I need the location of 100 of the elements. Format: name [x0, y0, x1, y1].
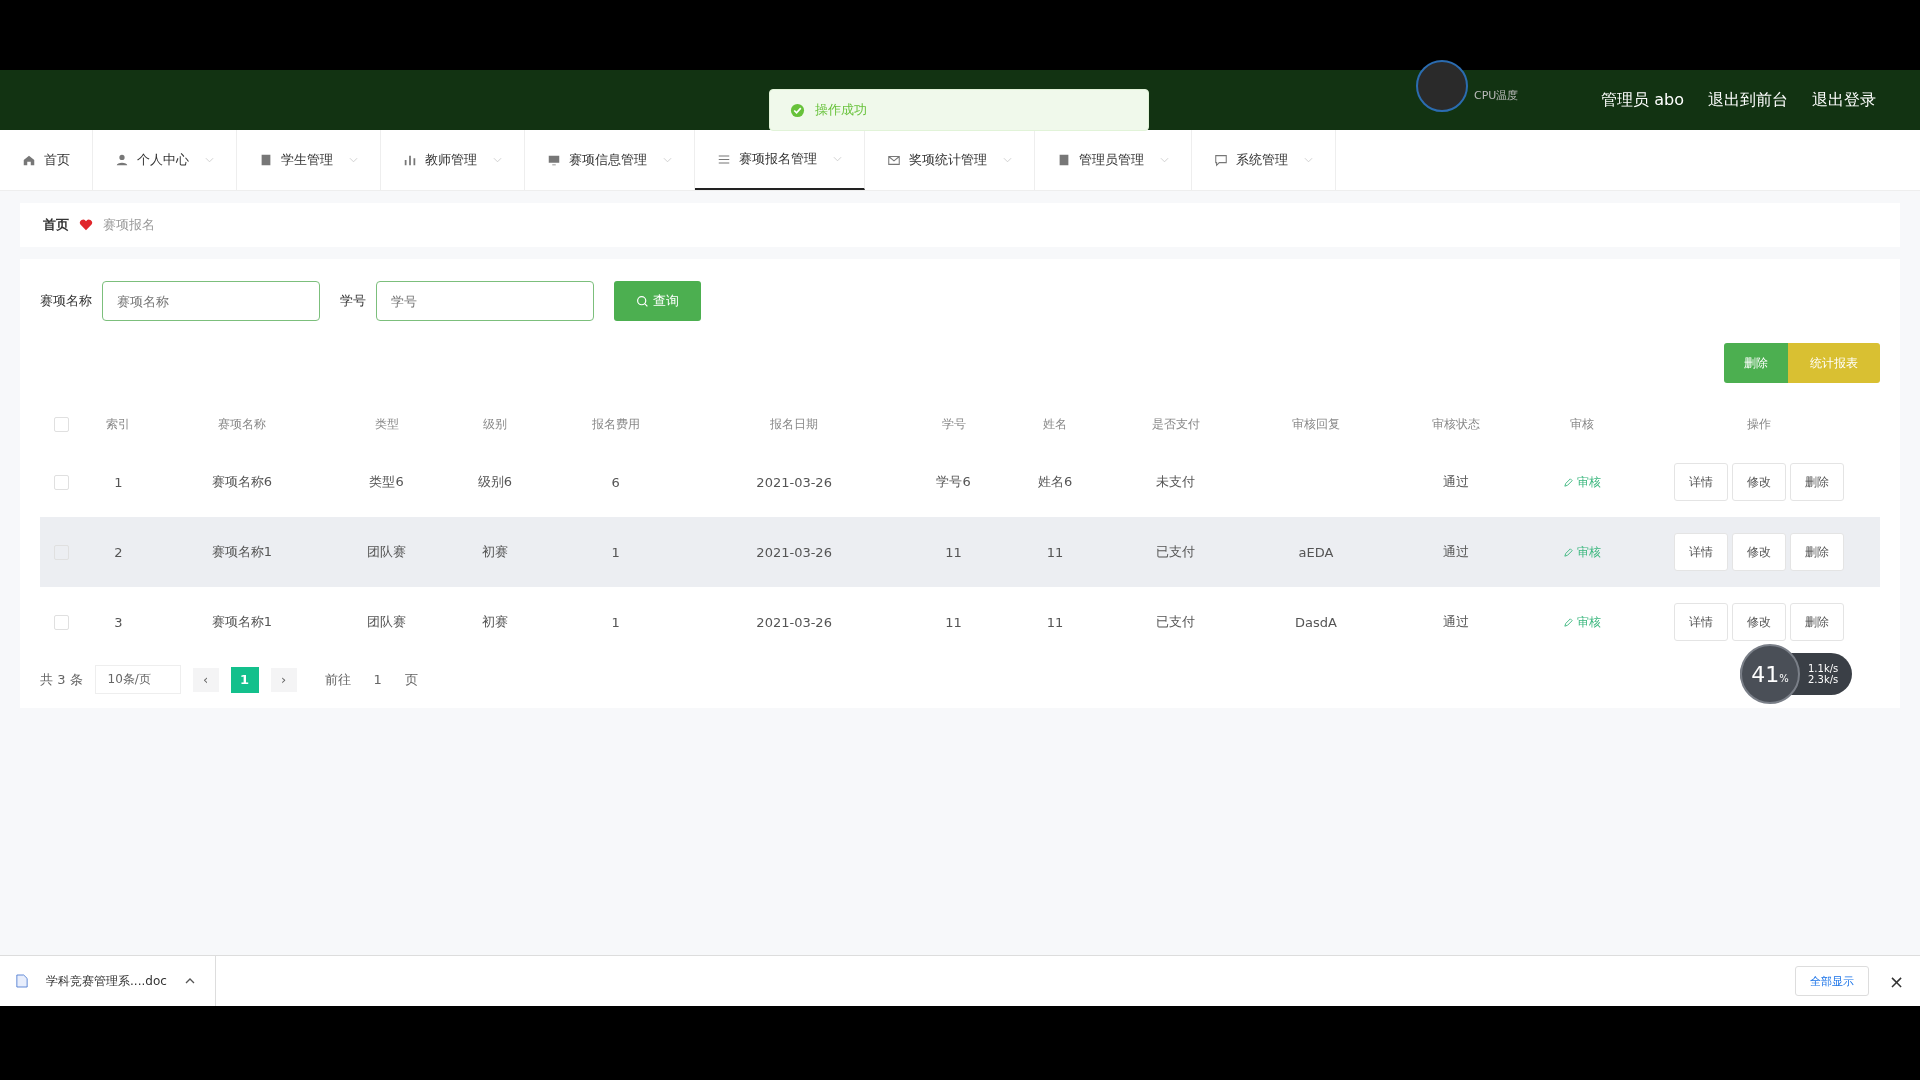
column-header: 报名费用: [590, 415, 641, 433]
select-all-checkbox[interactable]: [53, 416, 69, 432]
caret-icon: [1160, 157, 1169, 163]
nav-tab[interactable]: 管理员管理: [1035, 130, 1192, 190]
total-count: 共 3 条: [40, 670, 83, 689]
table-cell: 初赛: [481, 544, 508, 559]
pencil-icon: [1562, 616, 1574, 628]
toast-message: 操作成功: [815, 101, 867, 119]
row-action-button[interactable]: 修改: [1732, 603, 1786, 641]
row-action-button[interactable]: 删除: [1790, 603, 1844, 641]
user-icon: [115, 153, 129, 167]
table-cell: 通过: [1442, 544, 1469, 559]
breadcrumb-item[interactable]: 首页: [43, 216, 69, 234]
row-action-button[interactable]: 修改: [1732, 463, 1786, 501]
row-action-button[interactable]: 详情: [1674, 463, 1728, 501]
nav-tab[interactable]: 首页: [0, 130, 93, 190]
caret-icon: [205, 157, 214, 163]
table-cell: 已支付: [1156, 614, 1196, 629]
book-icon: [259, 153, 273, 167]
caret-icon: [663, 157, 672, 163]
nav-tab[interactable]: 个人中心: [93, 130, 237, 190]
close-button[interactable]: ×: [1882, 969, 1910, 993]
nav-tab[interactable]: 奖项统计管理: [865, 130, 1035, 190]
caret-icon: [349, 157, 358, 163]
table-cell: 团队赛: [367, 544, 407, 559]
heart-icon: [79, 219, 93, 231]
column-header: 报名日期: [769, 415, 820, 433]
nav-tab[interactable]: 赛项报名管理: [695, 130, 865, 190]
table-cell: 2021-03-26: [756, 614, 832, 630]
show-all-button[interactable]: 全部显示: [1794, 966, 1869, 996]
row-action-button[interactable]: 详情: [1674, 603, 1728, 641]
monitor-icon: [547, 153, 561, 167]
table-cell: 通过: [1442, 614, 1469, 629]
table-cell: aEDA: [1298, 544, 1334, 560]
table-cell: 学号6: [936, 474, 971, 489]
row-action-button[interactable]: 修改: [1732, 533, 1786, 571]
field-label: 赛项名称: [40, 292, 92, 310]
document-icon: [16, 974, 28, 988]
table-cell: 2021-03-26: [756, 544, 832, 560]
table-cell: 11: [1046, 614, 1064, 630]
column-header: 学号: [940, 415, 967, 433]
column-header: 审核: [1568, 415, 1595, 433]
row-action-button[interactable]: 删除: [1790, 533, 1844, 571]
nav-tab[interactable]: 系统管理: [1192, 130, 1336, 190]
row-action-button[interactable]: 详情: [1674, 533, 1728, 571]
prev-page-button[interactable]: ‹: [192, 667, 219, 692]
download-speed: 2.3k/s: [1808, 674, 1839, 685]
table-cell: 未支付: [1156, 474, 1196, 489]
mail-icon: [887, 153, 901, 167]
chart-icon: [403, 153, 417, 167]
check-circle-icon: [790, 102, 805, 118]
cpu-label: CPU温度: [1474, 87, 1519, 103]
caret-icon: [1304, 157, 1313, 163]
table-cell: 11: [1046, 544, 1064, 560]
nav-tab[interactable]: 赛项信息管理: [525, 130, 695, 190]
goto-page-field[interactable]: 1: [362, 672, 393, 687]
column-header: 姓名: [1042, 415, 1069, 433]
nav-tab[interactable]: 学生管理: [237, 130, 381, 190]
table-cell: 赛项名称1: [211, 614, 273, 629]
table-cell: 3: [114, 614, 123, 630]
column-header: 审核状态: [1430, 415, 1481, 433]
table-cell: 11: [945, 614, 962, 630]
table-cell: 已支付: [1156, 544, 1196, 559]
home-icon: [22, 153, 36, 167]
pencil-icon: [1562, 546, 1574, 558]
caret-icon: [493, 157, 502, 163]
search-field[interactable]: 学号: [376, 281, 594, 321]
column-header: 审核回复: [1290, 415, 1341, 433]
table-cell: 姓名6: [1037, 474, 1073, 489]
table-cell: 2: [114, 544, 123, 560]
table-cell: 11: [945, 544, 962, 560]
column-header: 操作: [1746, 415, 1772, 433]
upload-speed: 1.1k/s: [1808, 663, 1839, 674]
next-page-button[interactable]: ›: [270, 667, 297, 692]
page-suffix: 页: [404, 670, 418, 689]
header-link[interactable]: 退出登录: [1812, 89, 1876, 111]
table-cell: 团队赛: [367, 614, 407, 629]
header-link[interactable]: 退出到前台: [1708, 89, 1788, 111]
table-cell: 6: [611, 474, 620, 490]
table-cell: 1: [611, 544, 620, 560]
user-name: 管理员 abo: [1601, 89, 1684, 111]
row-action-button[interactable]: 删除: [1790, 463, 1844, 501]
cpu-gauge-icon: [1416, 60, 1468, 112]
row-checkbox[interactable]: [53, 615, 69, 630]
page-size-select[interactable]: 10条/页: [94, 665, 181, 694]
column-header: 类型: [373, 415, 400, 433]
search-field[interactable]: 赛项名称: [102, 281, 320, 321]
table-cell: 1: [114, 474, 123, 490]
table-cell: 通过: [1442, 474, 1469, 489]
table-cell: 初赛: [481, 614, 508, 629]
column-header: 级别: [481, 415, 508, 433]
row-checkbox[interactable]: [53, 475, 69, 490]
book-icon: [1057, 153, 1071, 167]
table-cell: 级别6: [477, 474, 512, 489]
caret-icon: [833, 156, 842, 162]
nav-tab[interactable]: 教师管理: [381, 130, 525, 190]
download-file-name[interactable]: 学科竞赛管理系....doc: [46, 972, 167, 990]
field-label: 学号: [340, 292, 366, 310]
column-header: 赛项名称: [217, 415, 267, 433]
caret-icon[interactable]: [184, 978, 195, 984]
